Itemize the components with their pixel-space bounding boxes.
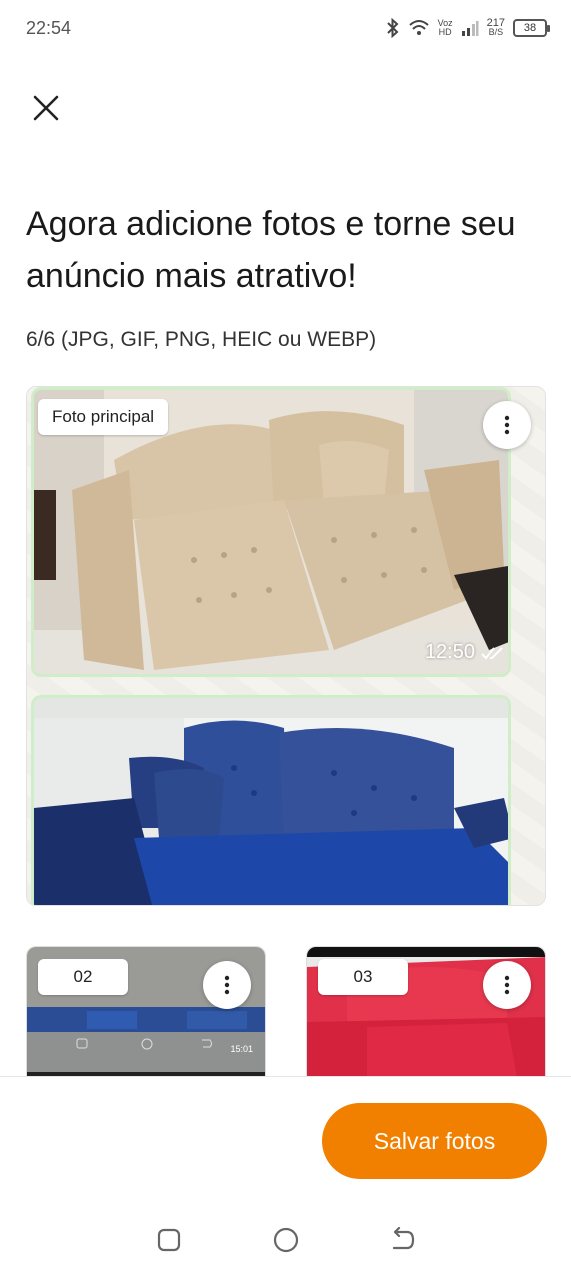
photo-thumb-03[interactable]: 03 <box>306 946 546 1076</box>
timestamp-text: 12:50 <box>424 641 475 663</box>
main-photo-timestamp: 12:50 <box>425 641 505 664</box>
status-icons: Voz HD 217 B/S 38 <box>386 14 550 42</box>
photo-thumb-02[interactable]: 15:01 02 <box>26 946 266 1076</box>
close-button[interactable] <box>26 88 66 128</box>
wifi-icon <box>408 19 430 37</box>
bluetooth-icon <box>386 18 400 38</box>
speed-unit: B/S <box>488 27 504 37</box>
double-check-icon <box>481 646 503 659</box>
photo-02-more-button[interactable] <box>203 961 251 1009</box>
photo-count-hint: 6/6 (JPG, GIF, PNG, HEIC ou WEBP) <box>26 328 377 351</box>
page-title: Agora adicione fotos e torne seu anúncio… <box>26 205 516 295</box>
back-icon <box>392 1227 414 1250</box>
main-photo-more-button[interactable] <box>483 401 531 449</box>
screen: 22:54 Voz HD 217 B/S 38 Agora adicione f… <box>0 0 571 1280</box>
main-photo-badge: Foto principal <box>38 399 169 435</box>
more-vertical-icon <box>224 975 230 995</box>
recents-button[interactable] <box>149 1220 189 1260</box>
network-speed: 217 B/S <box>487 18 505 37</box>
system-nav-bar <box>0 1200 571 1280</box>
blue-sofa-image <box>31 695 511 905</box>
main-photo-card[interactable]: Foto principal 12:50 <box>26 386 546 906</box>
signal-icon <box>461 20 479 36</box>
battery-icon: 38 <box>513 19 550 37</box>
close-icon <box>33 95 59 121</box>
back-button[interactable] <box>383 1220 423 1260</box>
more-vertical-icon <box>504 415 510 435</box>
thumb-02-timestamp: 15:01 <box>230 1044 253 1054</box>
volte-indicator: Voz HD <box>438 19 453 37</box>
photo-03-more-button[interactable] <box>483 961 531 1009</box>
square-icon <box>157 1228 180 1252</box>
home-button[interactable] <box>266 1220 306 1260</box>
status-bar: 22:54 Voz HD 217 B/S 38 <box>0 0 571 60</box>
volte-bottom: HD <box>438 27 452 37</box>
battery-level: 38 <box>523 22 537 34</box>
status-time: 22:54 <box>26 18 72 38</box>
more-vertical-icon <box>504 975 510 995</box>
photo-03-badge: 03 <box>318 959 408 995</box>
photo-02-badge: 02 <box>38 959 128 995</box>
save-photos-button[interactable]: Salvar fotos <box>322 1103 547 1179</box>
circle-icon <box>273 1227 298 1253</box>
